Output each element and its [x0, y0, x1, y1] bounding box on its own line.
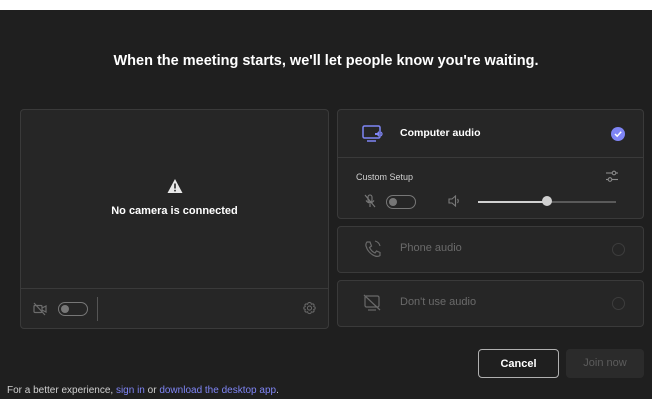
computer-audio-icon: [362, 125, 383, 142]
divider: [97, 297, 98, 321]
dont-use-audio-label: Don't use audio: [400, 296, 477, 308]
footer-suffix: .: [276, 385, 279, 396]
camera-off-icon: [33, 302, 47, 316]
camera-toggle[interactable]: [58, 302, 88, 316]
volume-fill: [478, 201, 547, 203]
selected-check-icon: [611, 127, 625, 141]
phone-icon: [365, 240, 381, 257]
phone-audio-radio[interactable]: [612, 243, 625, 256]
tune-icon[interactable]: [605, 170, 619, 183]
warning-icon: [167, 179, 183, 193]
no-audio-icon: [363, 294, 381, 311]
dont-use-audio-radio[interactable]: [612, 297, 625, 310]
join-now-button[interactable]: Join now: [566, 349, 644, 378]
footer-prefix: For a better experience,: [7, 385, 116, 396]
speaker-icon: [448, 195, 459, 207]
no-camera-message: No camera is connected: [111, 205, 238, 217]
custom-setup-label: Custom Setup: [356, 172, 414, 182]
download-desktop-app-link[interactable]: download the desktop app: [159, 385, 276, 396]
waiting-headline: When the meeting starts, we'll let peopl…: [113, 53, 539, 69]
camera-panel: No camera is connected: [20, 109, 329, 329]
footer-text: For a better experience, sign in or down…: [7, 385, 279, 396]
mic-toggle[interactable]: [386, 195, 416, 209]
computer-audio-option[interactable]: Computer audio Custom Setup: [337, 109, 644, 219]
volume-thumb[interactable]: [542, 196, 552, 206]
phone-audio-option[interactable]: Phone audio: [337, 226, 644, 273]
sign-in-link[interactable]: sign in: [116, 385, 145, 396]
camera-controls: [21, 289, 328, 329]
footer-middle: or: [144, 385, 160, 396]
cancel-button[interactable]: Cancel: [478, 349, 559, 378]
dont-use-audio-option[interactable]: Don't use audio: [337, 280, 644, 327]
mic-off-icon: [364, 194, 376, 208]
top-bar: [0, 0, 652, 10]
computer-audio-row[interactable]: Computer audio: [338, 110, 643, 158]
computer-audio-label: Computer audio: [400, 127, 481, 139]
phone-audio-label: Phone audio: [400, 242, 462, 254]
camera-preview: No camera is connected: [21, 110, 328, 289]
volume-slider[interactable]: [478, 196, 616, 206]
gear-icon[interactable]: [302, 301, 317, 316]
